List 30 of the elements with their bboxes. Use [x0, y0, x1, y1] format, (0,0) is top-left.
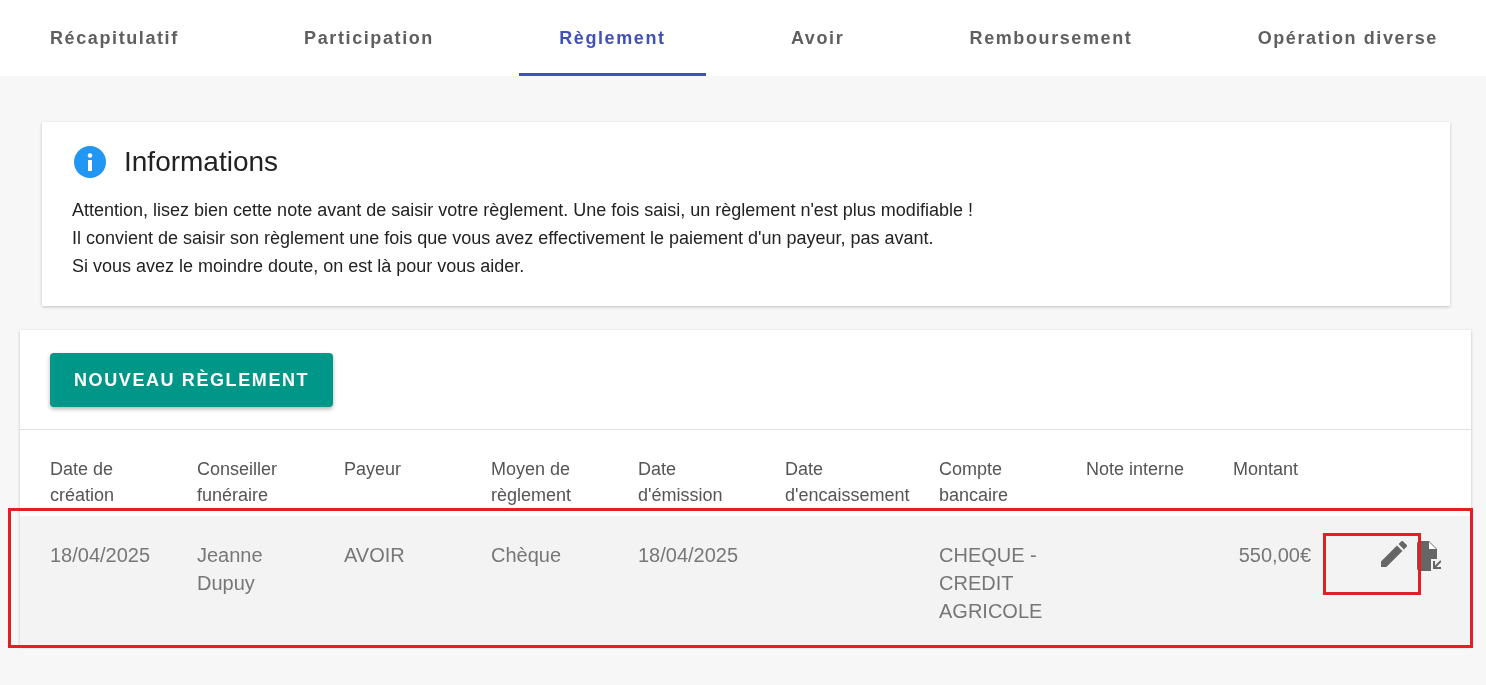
new-payment-button[interactable]: NOUVEAU RÈGLEMENT — [50, 353, 334, 407]
info-icon — [74, 146, 106, 178]
table-cell-text: 550,00€ — [1238, 543, 1311, 568]
column-header: Payeur — [344, 458, 403, 481]
column-header: Date de création — [50, 458, 116, 507]
column-header: Conseiller funéraire — [197, 458, 279, 507]
tab[interactable]: Avoir — [750, 0, 885, 76]
column-header: Compte bancaire — [939, 458, 1010, 507]
column-header: Montant — [1233, 458, 1300, 481]
tab[interactable]: Règlement — [519, 0, 706, 76]
tab[interactable]: Participation — [264, 0, 474, 76]
table-cell-text: 18/04/2025 — [638, 543, 740, 568]
info-text: Si vous avez le moindre doute, on est là pour vous aider. — [72, 255, 526, 278]
table-cell-text: 18/04/2025 — [50, 543, 152, 568]
column-header: Date d'émission — [638, 458, 724, 507]
table-cell-text: Chèque — [491, 543, 563, 568]
column-header: Note interne — [1086, 458, 1186, 481]
table-cell-text: AVOIR — [344, 543, 406, 568]
table-cell-text: CHEQUE - CREDIT AGRICOLE — [939, 543, 1044, 624]
edit-pencil-icon[interactable] — [1381, 541, 1407, 567]
tab[interactable]: Remboursement — [929, 0, 1173, 76]
info-title: Informations — [124, 146, 279, 178]
info-text: Attention, lisez bien cette note avant de saisir votre règlement. Une fois saisi, un règlement n'est plus modifiable ! — [72, 199, 974, 222]
column-header: Date d'encaissement — [785, 458, 911, 507]
tab[interactable]: Opération diverse — [1217, 0, 1478, 76]
info-text: Il convient de saisir son règlement une fois que vous avez effectivement le paiement d'un payeur, pas avant. — [72, 227, 935, 250]
column-header: Moyen de règlement — [491, 458, 573, 507]
table-cell-text: Jeanne Dupuy — [197, 543, 264, 596]
tab[interactable]: Récapitulatif — [10, 0, 219, 76]
file-arrow-icon[interactable] — [1417, 541, 1441, 571]
